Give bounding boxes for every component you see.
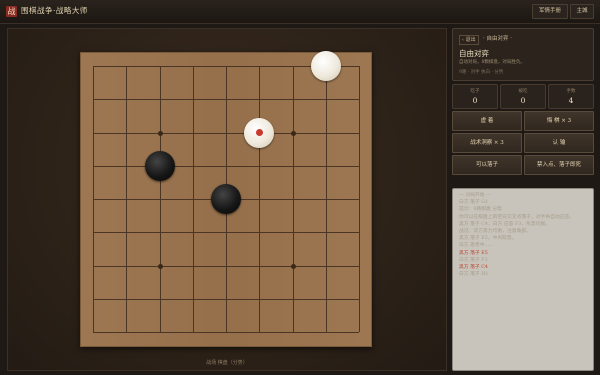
black-stone [211,184,241,214]
grid-line [292,66,294,332]
grid-line [93,265,359,267]
log-line: 你可以在棋盘上的空白交叉点落子，对手将自动应答。 [459,214,575,220]
stat-label: 吃子 [470,89,480,94]
undo-button[interactable]: 悔 棋 × 3 [524,111,594,131]
legend-playable: 可以落子 [452,155,522,175]
log-line: 战况：双方势力均衡，注意角部。 [459,229,531,235]
stat-moves: 手数 4 [548,84,594,109]
tactic-insight-button[interactable]: 战术洞察 × 3 [452,133,522,153]
grid-line [93,332,359,333]
log-line: 黑方 落子 E5，中央取势。 [459,236,517,242]
black-stone [144,150,175,181]
legend-forbidden: 禁入点、落子即死 [524,155,594,175]
board-caption: 战场 棋盘（分势） [206,360,248,366]
app-title: 围棋战争·战略大师 [21,6,88,15]
star-point [290,130,296,136]
star-point [290,263,296,269]
grid-line [93,298,359,300]
log-line: 黑方 落子 C4，白方 应答 F3，形势均衡。 [459,221,551,227]
log-line: 提示：9路棋盘 分势 [459,207,502,213]
board-panel: 战场 棋盘（分势） [7,28,447,371]
star-point [157,263,163,269]
mode-description: 自动对局，8颗棋盘，对局胜负。 [459,60,525,65]
go-board[interactable] [80,51,372,347]
grid-line [93,232,359,234]
log-line: 白方 落子 H1 [459,272,489,278]
stat-lost: 被吃 0 [500,84,546,109]
exit-button[interactable]: ‹ 退出 [459,35,479,45]
stat-value: 0 [520,96,526,105]
grid-line [325,66,327,332]
log-line: 白方 落子 G1 [459,200,489,206]
board-grid[interactable] [93,51,360,333]
app-logo: 战 [6,6,17,17]
white-stone [310,51,341,81]
grid-line [259,66,261,332]
stat-label: 手数 [566,89,576,94]
white-stone [244,117,275,148]
mode-card: ‹ 退出 · 自由对弈 · 自由对弈 自动对局，8颗棋盘，对局胜负。 9路 · … [452,28,594,81]
stat-value: 4 [568,96,574,105]
home-button[interactable]: 主城 [570,4,594,19]
stat-value: 0 [472,96,478,105]
mode-title: 自由对弈 [459,49,489,58]
log-line: 黑方 落子 E5 [459,250,488,256]
mode-breadcrumb: · 自由对弈 · [483,36,512,42]
top-bar: 战 围棋战争·战略大师 军情手册 主城 [0,0,600,24]
log-line: 白方 思考中…… [459,243,495,249]
resign-button[interactable]: 认 输 [524,133,594,153]
log-line: 白方 落子 F3 [459,257,488,263]
last-move-marker [255,129,263,136]
log-line: 黑方 落子 C4 [459,265,488,271]
mode-meta: 9路 · 对手 执白 · 分势 [459,70,504,75]
grid-line [359,66,360,332]
stat-label: 被吃 [518,89,528,94]
log-line: — 对局开始 — [459,193,491,198]
pass-button[interactable]: 虚 着 [452,111,522,131]
stat-captured: 吃子 0 [452,84,498,109]
battle-log[interactable]: — 对局开始 — 白方 落子 G1 提示：9路棋盘 分势 你可以在棋盘上的空白交叉点落… [452,188,594,371]
star-point [157,130,163,136]
manual-button[interactable]: 军情手册 [532,4,568,19]
